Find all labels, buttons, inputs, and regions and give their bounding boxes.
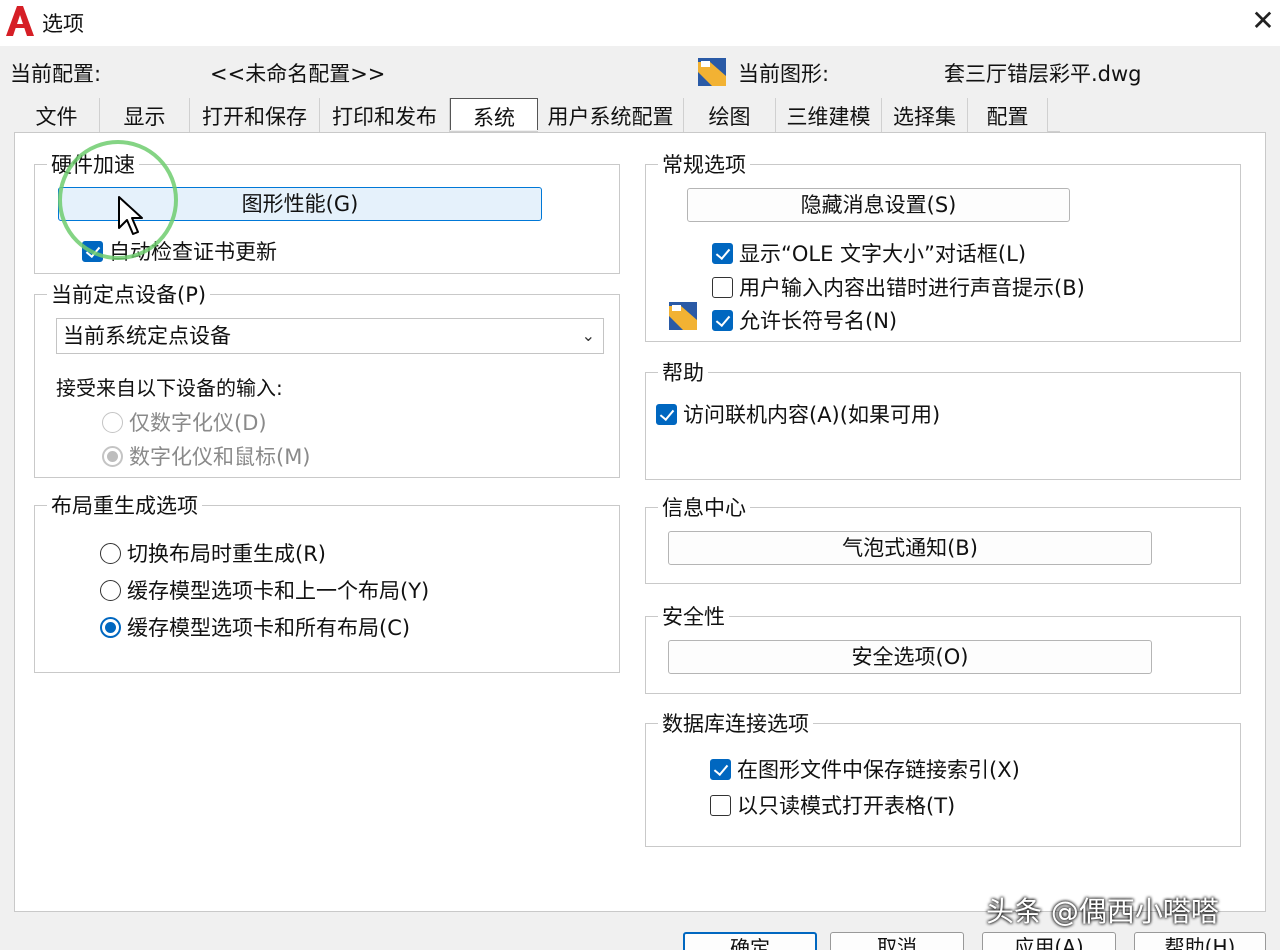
digitizer-mouse-label: 数字化仪和鼠标(M) bbox=[129, 445, 311, 469]
hidden-messages-button[interactable]: 隐藏消息设置(S) bbox=[687, 188, 1070, 222]
balloon-notifications-button[interactable]: 气泡式通知(B) bbox=[668, 531, 1152, 565]
online-content-label: 访问联机内容(A)(如果可用) bbox=[683, 403, 941, 427]
close-icon[interactable]: ✕ bbox=[1246, 4, 1280, 38]
tab-system[interactable]: 系统 bbox=[450, 98, 538, 130]
tab-3d-modeling[interactable]: 三维建模 bbox=[776, 98, 882, 132]
digitizer-only-radio: 仅数字化仪(D) bbox=[102, 407, 267, 437]
online-content-box[interactable] bbox=[656, 403, 677, 425]
tab-user-preferences[interactable]: 用户系统配置 bbox=[538, 98, 684, 132]
title-bar: 选项 ✕ bbox=[0, 0, 1280, 46]
show-ole-dialog-label: 显示“OLE 文字大小”对话框(L) bbox=[739, 242, 1027, 266]
digitizer-only-label: 仅数字化仪(D) bbox=[129, 411, 267, 435]
beep-on-error-box[interactable] bbox=[712, 276, 733, 298]
current-profile-value: <<未命名配置>> bbox=[210, 62, 386, 86]
digitizer-only-radio-circle bbox=[102, 411, 123, 433]
window-title: 选项 bbox=[42, 12, 84, 36]
tab-display[interactable]: 显示 bbox=[100, 98, 190, 132]
current-drawing-value: 套三厅错层彩平.dwg bbox=[944, 62, 1142, 86]
current-drawing-label: 当前图形: bbox=[738, 62, 830, 86]
hardware-acceleration-title: 硬件加速 bbox=[47, 149, 139, 179]
database-options-group: 数据库连接选项 bbox=[645, 708, 1241, 847]
store-links-index-label: 在图形文件中保存链接索引(X) bbox=[737, 758, 1020, 782]
dwg-file-icon bbox=[698, 58, 726, 86]
show-ole-dialog-checkbox[interactable]: 显示“OLE 文字大小”对话框(L) bbox=[712, 238, 1026, 268]
tab-plot-publish[interactable]: 打印和发布 bbox=[320, 98, 450, 132]
cache-model-last-layout-radio-circle[interactable] bbox=[100, 579, 121, 601]
store-links-index-box[interactable] bbox=[710, 758, 731, 780]
chevron-down-icon: ⌄ bbox=[581, 326, 595, 345]
accept-input-label: 接受来自以下设备的输入: bbox=[56, 376, 283, 400]
cancel-button[interactable]: 取消 bbox=[830, 932, 964, 950]
database-options-title: 数据库连接选项 bbox=[658, 708, 813, 738]
apply-button[interactable]: 应用(A) bbox=[982, 932, 1116, 950]
dwg-file-icon bbox=[669, 302, 697, 330]
cache-model-all-layouts-label: 缓存模型选项卡和所有布局(C) bbox=[127, 616, 411, 640]
autocad-logo-icon bbox=[6, 6, 34, 36]
help-button[interactable]: 帮助(H) bbox=[1134, 932, 1266, 950]
tab-files[interactable]: 文件 bbox=[14, 98, 100, 132]
help-title: 帮助 bbox=[658, 357, 708, 387]
readonly-tables-box[interactable] bbox=[710, 794, 731, 816]
cache-model-all-layouts-radio-circle[interactable] bbox=[100, 616, 121, 638]
store-links-index-checkbox[interactable]: 在图形文件中保存链接索引(X) bbox=[710, 754, 1020, 784]
tab-strip: 文件 显示 打开和保存 打印和发布 系统 用户系统配置 绘图 三维建模 选择集 … bbox=[14, 98, 1060, 132]
tab-selection[interactable]: 选择集 bbox=[882, 98, 968, 132]
layout-regen-title: 布局重生成选项 bbox=[47, 490, 202, 520]
readonly-tables-checkbox[interactable]: 以只读模式打开表格(T) bbox=[710, 790, 955, 820]
pointing-device-value: 当前系统定点设备 bbox=[63, 324, 231, 348]
long-symbol-names-box[interactable] bbox=[712, 309, 733, 331]
auto-check-certificates-checkbox[interactable]: 自动检查证书更新 bbox=[82, 236, 277, 266]
auto-check-certificates-box[interactable] bbox=[82, 240, 103, 262]
regen-on-switch-label: 切换布局时重生成(R) bbox=[127, 542, 326, 566]
current-profile-label: 当前配置: bbox=[10, 62, 102, 86]
tab-open-save[interactable]: 打开和保存 bbox=[190, 98, 320, 132]
watermark: 头条 @偶西小嗒嗒 bbox=[986, 895, 1219, 928]
cache-model-all-layouts-radio[interactable]: 缓存模型选项卡和所有布局(C) bbox=[100, 612, 410, 642]
general-options-title: 常规选项 bbox=[658, 149, 750, 179]
regen-on-switch-radio[interactable]: 切换布局时重生成(R) bbox=[100, 538, 326, 568]
digitizer-mouse-radio-circle bbox=[102, 445, 123, 467]
pointing-device-title: 当前定点设备(P) bbox=[47, 279, 211, 309]
readonly-tables-label: 以只读模式打开表格(T) bbox=[737, 794, 956, 818]
security-title: 安全性 bbox=[658, 601, 729, 631]
auto-check-certificates-label: 自动检查证书更新 bbox=[109, 240, 277, 264]
tab-drafting[interactable]: 绘图 bbox=[684, 98, 776, 132]
tab-profiles[interactable]: 配置 bbox=[968, 98, 1048, 132]
mouse-pointer-icon bbox=[118, 196, 143, 235]
pointing-device-select[interactable]: 当前系统定点设备 ⌄ bbox=[56, 318, 604, 354]
digitizer-mouse-radio: 数字化仪和鼠标(M) bbox=[102, 441, 311, 471]
infocenter-title: 信息中心 bbox=[658, 492, 750, 522]
online-content-checkbox[interactable]: 访问联机内容(A)(如果可用) bbox=[656, 399, 940, 429]
regen-on-switch-radio-circle[interactable] bbox=[100, 542, 121, 564]
security-options-button[interactable]: 安全选项(O) bbox=[668, 640, 1152, 674]
cache-model-last-layout-radio[interactable]: 缓存模型选项卡和上一个布局(Y) bbox=[100, 575, 429, 605]
long-symbol-names-checkbox[interactable]: 允许长符号名(N) bbox=[712, 305, 897, 335]
beep-on-error-checkbox[interactable]: 用户输入内容出错时进行声音提示(B) bbox=[712, 272, 1085, 302]
cache-model-last-layout-label: 缓存模型选项卡和上一个布局(Y) bbox=[127, 579, 430, 603]
beep-on-error-label: 用户输入内容出错时进行声音提示(B) bbox=[739, 276, 1085, 300]
show-ole-dialog-box[interactable] bbox=[712, 242, 733, 264]
ok-button[interactable]: 确定 bbox=[683, 932, 817, 950]
long-symbol-names-label: 允许长符号名(N) bbox=[739, 309, 898, 333]
